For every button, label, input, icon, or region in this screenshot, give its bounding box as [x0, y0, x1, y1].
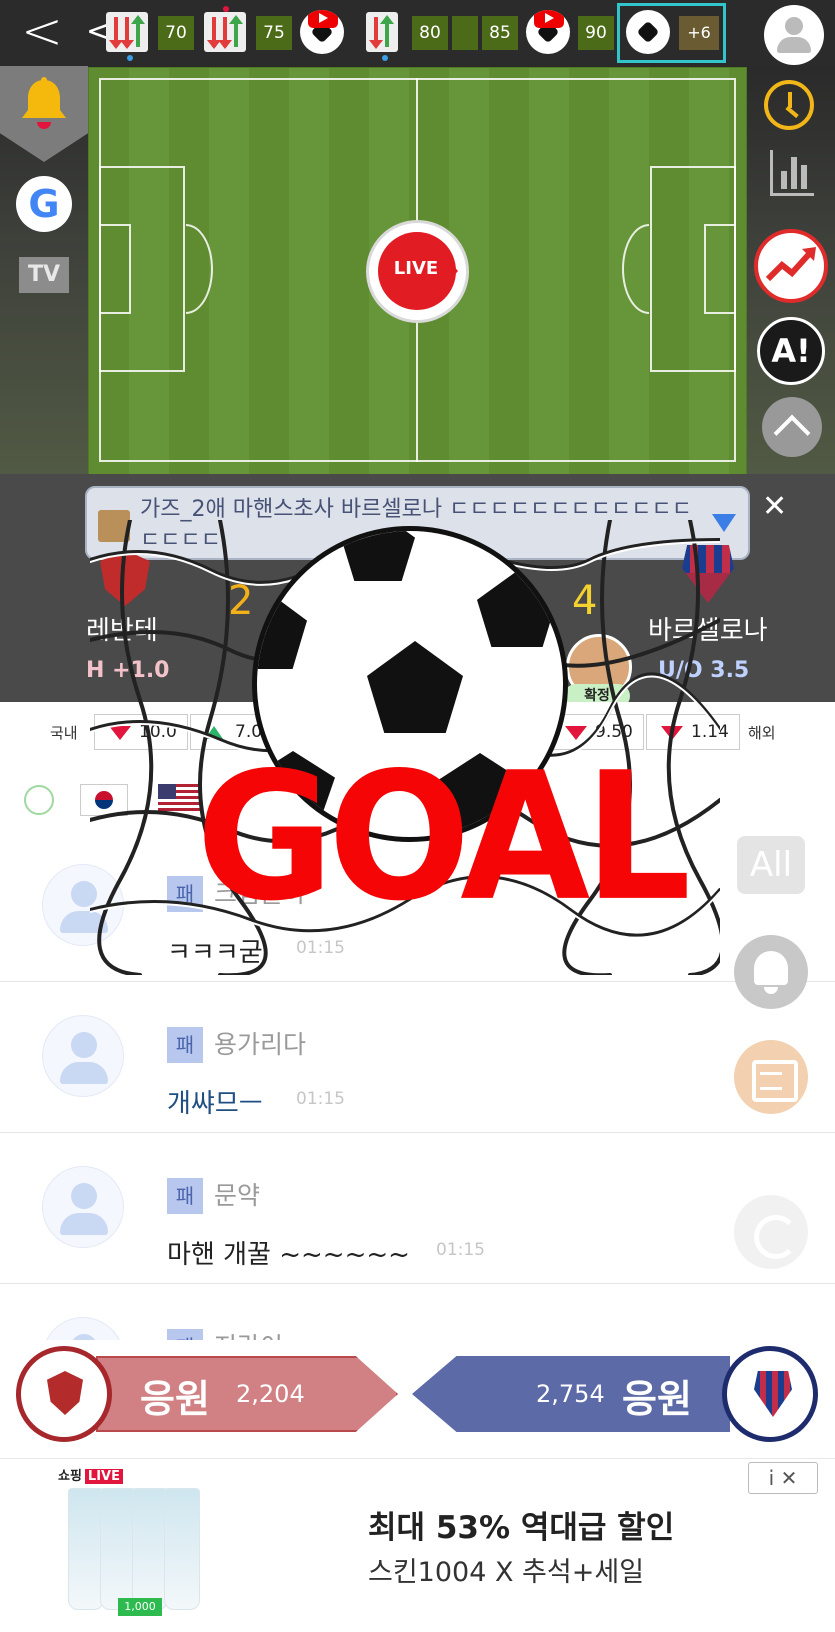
- minute-marker[interactable]: 90: [578, 16, 614, 50]
- chat-item: 패 용가리다 개쌰므ㅡ 01:15: [0, 983, 835, 1133]
- substitution-icon[interactable]: [204, 12, 246, 52]
- ad-subtitle: 스킨1004 X 추석+세일: [368, 1557, 645, 1588]
- minute-marker[interactable]: 70: [158, 16, 194, 50]
- chat-message: 개쌰므ㅡ: [167, 1089, 263, 1119]
- chat-item: 패 문약 마핸 개꿀 ~~~~~~ 01:15: [0, 1134, 835, 1284]
- minute-marker[interactable]: 85: [482, 16, 518, 50]
- collapse-up-button[interactable]: [762, 397, 822, 457]
- more-events-count[interactable]: +6: [679, 16, 719, 50]
- minute-marker[interactable]: 80: [412, 16, 448, 50]
- event-dot-icon: [223, 6, 229, 12]
- minute-marker[interactable]: 75: [256, 16, 292, 50]
- ad-price-tag: 1,000: [118, 1598, 162, 1616]
- chat-username[interactable]: 용가리다: [214, 1027, 306, 1063]
- away-cheer-count: 2,754: [536, 1380, 605, 1408]
- clock-icon[interactable]: [764, 80, 814, 130]
- right-goal-box: [704, 224, 736, 314]
- timeline-prev-button[interactable]: <: [86, 14, 111, 54]
- app-root: < < 70 75 80 85 90 +6 LIVE G TV A! 가즈_2애…: [0, 0, 835, 1632]
- ad-title: 최대 53% 역대급 할인: [368, 1510, 675, 1546]
- bell-icon[interactable]: [18, 76, 70, 132]
- overseas-odds-label: 해외: [748, 724, 776, 742]
- product-image: [132, 1488, 168, 1610]
- goal-video-icon[interactable]: [300, 10, 344, 54]
- ad-info-close-button[interactable]: i ✕: [748, 1462, 818, 1494]
- user-avatar[interactable]: [42, 1166, 124, 1248]
- domestic-odds-label: 국내: [50, 724, 78, 742]
- user-avatar[interactable]: [42, 1015, 124, 1097]
- soccer-ball-icon: [626, 10, 670, 54]
- banner-close-button[interactable]: ✕: [762, 490, 792, 524]
- left-goal-box: [99, 224, 131, 314]
- tv-button[interactable]: TV: [19, 257, 69, 293]
- event-dot-icon: [382, 55, 388, 61]
- refresh-icon[interactable]: [734, 1195, 808, 1269]
- product-image: [100, 1488, 136, 1610]
- back-button[interactable]: <: [18, 6, 66, 60]
- home-team-crest[interactable]: [16, 1346, 112, 1442]
- globe-icon[interactable]: [24, 785, 54, 815]
- away-cheer-label: 응원: [622, 1377, 692, 1421]
- ai-analysis-button[interactable]: A!: [757, 317, 825, 385]
- live-label: LIVE: [393, 258, 439, 279]
- chat-badge: 패: [167, 1027, 203, 1063]
- chat-timestamp: 01:15: [436, 1240, 485, 1260]
- away-team-crest[interactable]: [722, 1346, 818, 1442]
- profile-avatar-button[interactable]: [764, 5, 824, 65]
- trend-chart-button[interactable]: [754, 229, 828, 303]
- product-image: [68, 1488, 104, 1610]
- chat-timestamp: 01:15: [296, 1089, 345, 1109]
- substitution-icon[interactable]: [106, 12, 148, 52]
- home-cheer-label: 응원: [140, 1377, 210, 1421]
- ai-label: A!: [771, 332, 811, 370]
- filter-all-button[interactable]: All: [737, 836, 805, 894]
- trend-up-icon: [765, 247, 816, 282]
- stats-icon[interactable]: [770, 150, 814, 196]
- goal-text: GOAL: [196, 734, 691, 940]
- home-cheer-count: 2,204: [236, 1380, 305, 1408]
- chat-badge: 패: [167, 1178, 203, 1214]
- ad-brand-logo: 쇼핑 LIVE: [58, 1465, 123, 1484]
- goal-video-icon[interactable]: [526, 10, 570, 54]
- notification-bell-icon[interactable]: [734, 935, 808, 1009]
- chat-message: 마핸 개꿀 ~~~~~~: [167, 1240, 410, 1270]
- chat-username[interactable]: 문약: [214, 1178, 260, 1214]
- menu-list-icon[interactable]: [734, 1040, 808, 1114]
- substitution-icon[interactable]: [366, 12, 398, 52]
- google-search-button[interactable]: G: [16, 176, 72, 232]
- event-dot-icon: [127, 55, 133, 61]
- timeline-gap: [452, 16, 478, 50]
- product-image: [164, 1488, 200, 1610]
